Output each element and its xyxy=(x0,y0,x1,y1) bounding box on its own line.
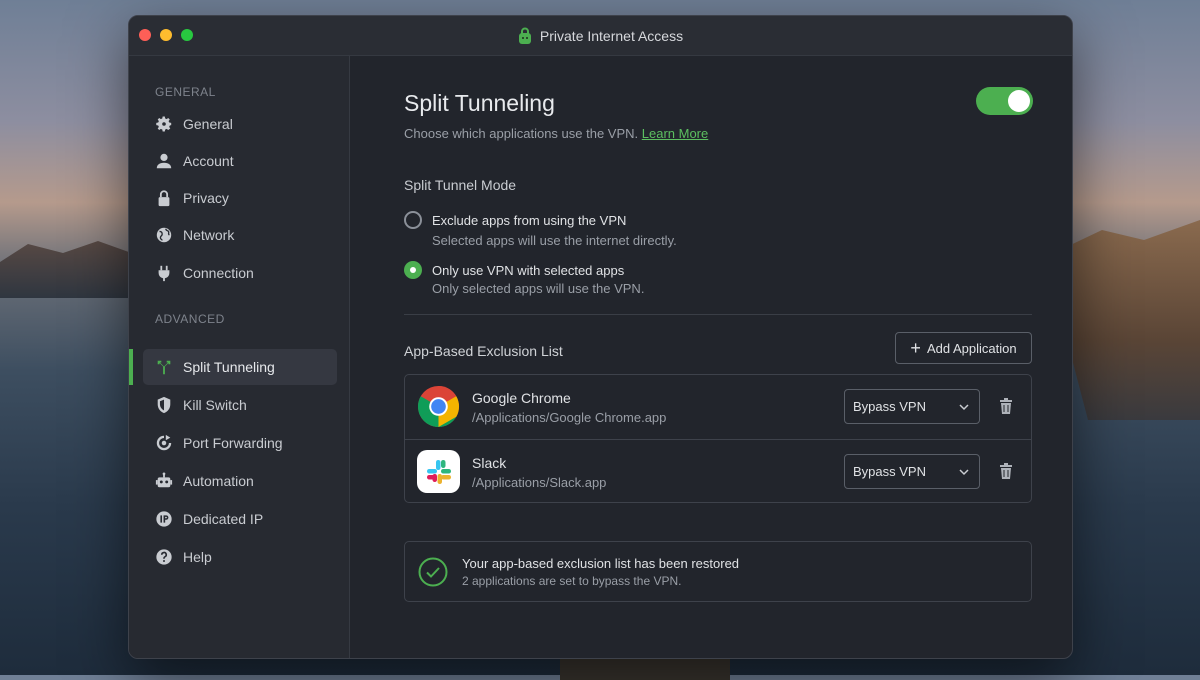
list-item: Slack /Applications/Slack.app Bypass VPN xyxy=(405,439,1031,503)
select-value: Bypass VPN xyxy=(853,399,926,414)
sidebar-item-dedicated-ip[interactable]: Dedicated IP xyxy=(143,501,337,537)
chevron-down-icon xyxy=(959,404,969,411)
sidebar-item-network[interactable]: Network xyxy=(143,217,337,253)
pia-lock-logo-icon xyxy=(518,27,531,44)
sidebar-item-label: Port Forwarding xyxy=(183,435,283,451)
sidebar-item-label: Kill Switch xyxy=(183,397,247,413)
sidebar-item-account[interactable]: Account xyxy=(143,143,337,179)
title-bar[interactable]: Private Internet Access xyxy=(129,16,1072,56)
help-icon xyxy=(156,549,172,565)
page-title: Split Tunneling xyxy=(404,90,555,116)
select-value: Bypass VPN xyxy=(853,464,926,479)
sidebar-item-kill-switch[interactable]: Kill Switch xyxy=(143,387,337,423)
notice-desc: 2 applications are set to bypass the VPN… xyxy=(462,574,682,588)
add-application-button[interactable]: + Add Application xyxy=(895,332,1032,364)
list-item: Google Chrome /Applications/Google Chrom… xyxy=(405,375,1031,438)
page-subtitle: Choose which applications use the VPN. L… xyxy=(404,126,708,141)
notice-title: Your app-based exclusion list has been r… xyxy=(462,556,740,571)
bypass-mode-select[interactable]: Bypass VPN xyxy=(844,454,980,489)
sidebar-item-label: Help xyxy=(183,549,212,565)
chrome-icon xyxy=(417,385,460,428)
sidebar-item-port-forwarding[interactable]: Port Forwarding xyxy=(143,425,337,461)
split-tunnel-icon xyxy=(157,360,171,375)
port-forward-icon xyxy=(156,434,172,451)
app-name: Slack xyxy=(472,455,507,471)
gear-icon xyxy=(156,116,172,132)
app-name: Google Chrome xyxy=(472,390,571,406)
add-application-label: Add Application xyxy=(926,340,1017,356)
subtitle-text: Choose which applications use the VPN. xyxy=(404,126,639,141)
chevron-down-icon xyxy=(959,469,969,476)
app-path: /Applications/Slack.app xyxy=(472,475,607,490)
option-desc-only-vpn: Only selected apps will use the VPN. xyxy=(432,281,645,296)
trash-icon[interactable] xyxy=(999,398,1013,414)
trash-icon[interactable] xyxy=(999,463,1013,479)
check-circle-icon xyxy=(418,557,448,587)
sidebar-item-label: Dedicated IP xyxy=(183,511,264,527)
option-label-exclude[interactable]: Exclude apps from using the VPN xyxy=(432,213,626,228)
shield-icon xyxy=(157,396,171,414)
option-desc-exclude: Selected apps will use the internet dire… xyxy=(432,233,677,248)
robot-icon xyxy=(155,472,173,488)
plug-icon xyxy=(158,265,170,282)
sidebar-item-label: Automation xyxy=(183,473,254,489)
sidebar-item-label: Connection xyxy=(183,265,254,281)
sidebar-item-connection[interactable]: Connection xyxy=(143,255,337,291)
sidebar-item-help[interactable]: Help xyxy=(143,539,337,575)
sidebar-item-label: Privacy xyxy=(183,190,229,206)
sidebar-item-label: Account xyxy=(183,153,234,169)
radio-only-vpn[interactable] xyxy=(404,261,422,279)
active-indicator xyxy=(129,349,133,385)
app-list: Google Chrome /Applications/Google Chrom… xyxy=(404,374,1032,503)
slack-icon xyxy=(417,450,460,493)
option-label-only-vpn[interactable]: Only use VPN with selected apps xyxy=(432,263,624,278)
sidebar-item-label: Split Tunneling xyxy=(183,359,275,375)
exclusion-list-title: App-Based Exclusion List xyxy=(404,343,563,359)
app-window: Private Internet Access GENERAL General … xyxy=(128,15,1073,659)
user-icon xyxy=(156,153,172,169)
mode-title: Split Tunnel Mode xyxy=(404,177,517,193)
sidebar-item-label: Network xyxy=(183,227,235,243)
main-panel: Split Tunneling Choose which application… xyxy=(350,56,1072,658)
app-path: /Applications/Google Chrome.app xyxy=(472,410,667,425)
globe-icon xyxy=(156,227,172,243)
learn-more-link[interactable]: Learn More xyxy=(642,126,708,141)
ip-icon xyxy=(156,511,172,527)
section-label-general: GENERAL xyxy=(155,85,216,99)
toggle-knob xyxy=(1008,90,1030,112)
plus-icon: + xyxy=(910,338,921,358)
window-title: Private Internet Access xyxy=(539,27,684,44)
section-label-advanced: ADVANCED xyxy=(155,312,225,326)
sidebar: GENERAL General Account Privacy Network … xyxy=(129,56,350,658)
desktop-wallpaper-hill xyxy=(0,241,140,298)
sidebar-item-general[interactable]: General xyxy=(143,106,337,142)
split-tunnel-toggle[interactable] xyxy=(976,87,1033,115)
sidebar-item-automation[interactable]: Automation xyxy=(143,463,337,499)
sidebar-item-split-tunneling[interactable]: Split Tunneling xyxy=(143,349,337,385)
sidebar-item-privacy[interactable]: Privacy xyxy=(143,180,337,216)
sidebar-item-label: General xyxy=(183,116,233,132)
radio-exclude-apps[interactable] xyxy=(404,211,422,229)
restore-notice: Your app-based exclusion list has been r… xyxy=(404,541,1032,602)
divider xyxy=(404,314,1032,315)
bypass-mode-select[interactable]: Bypass VPN xyxy=(844,389,980,424)
lock-icon xyxy=(158,190,170,207)
desktop-wallpaper-cliff xyxy=(1060,220,1200,420)
